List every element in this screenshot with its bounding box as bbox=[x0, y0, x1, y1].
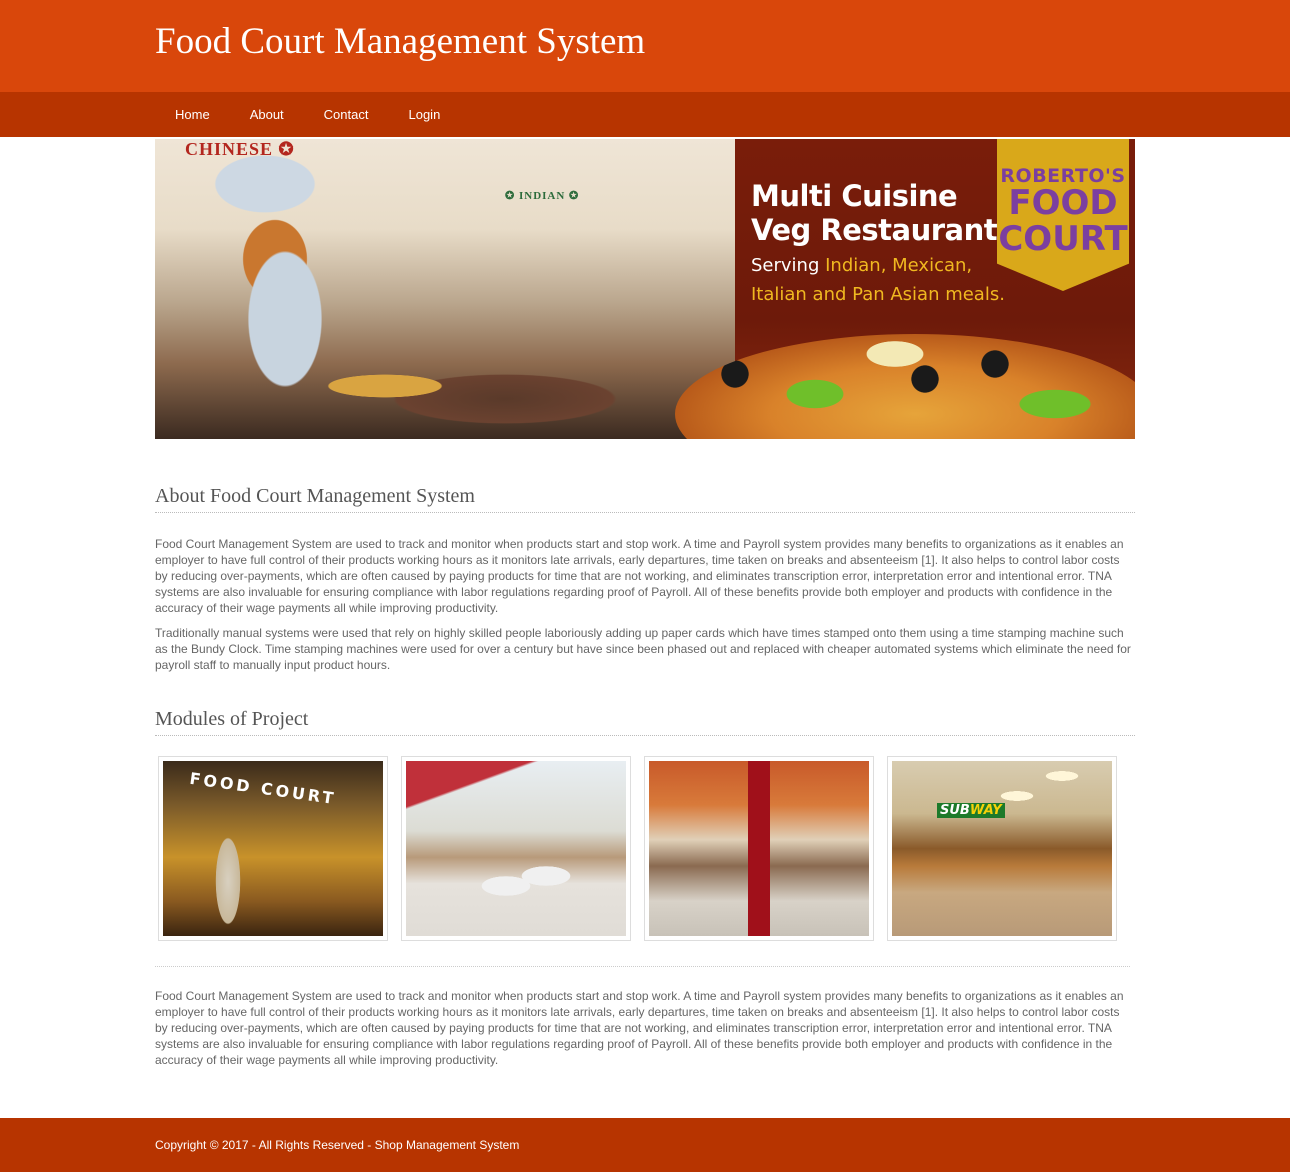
badge-court: COURT bbox=[998, 219, 1128, 259]
main-nav: Home About Contact Login bbox=[0, 92, 1290, 137]
banner-photo: CHINESE ✪ ✪ INDIAN ✪ bbox=[155, 139, 735, 439]
banner-headline: Multi Cuisine Veg Restaurant bbox=[751, 179, 998, 247]
banner-sub-highlight2: Italian and Pan Asian meals. bbox=[751, 284, 1005, 305]
food-court-sign: FOOD COURT bbox=[188, 768, 338, 809]
module-image-seating bbox=[406, 761, 626, 936]
site-title: Food Court Management System bbox=[155, 21, 646, 62]
banner-sign-indian: ✪ INDIAN ✪ bbox=[505, 190, 580, 202]
copyright-text: Copyright © 2017 - All Rights Reserved -… bbox=[155, 1138, 520, 1152]
banner-sub-highlight1: Indian, Mexican, bbox=[825, 255, 973, 276]
subway-sign-white: SUB bbox=[940, 803, 970, 818]
modules-heading: Modules of Project bbox=[155, 708, 1135, 736]
nav-login-link[interactable]: Login bbox=[388, 92, 460, 137]
module-gallery: FOOD COURT SUBWAY bbox=[155, 756, 1135, 941]
brand-badge: ROBERTO'S FOOD COURT bbox=[997, 139, 1129, 291]
about-paragraph-1: Food Court Management System are used to… bbox=[155, 537, 1124, 615]
module-image-subway: SUBWAY bbox=[892, 761, 1112, 936]
about-heading: About Food Court Management System bbox=[155, 485, 1135, 513]
badge-title: FOOD COURT bbox=[997, 185, 1129, 257]
site-footer: Copyright © 2017 - All Rights Reserved -… bbox=[0, 1118, 1290, 1172]
module-thumbnail[interactable]: SUBWAY bbox=[887, 756, 1117, 941]
subway-sign-yellow: WAY bbox=[969, 803, 1002, 818]
banner-sign-chinese: CHINESE ✪ bbox=[185, 139, 295, 159]
module-image-food-court: FOOD COURT bbox=[163, 761, 383, 936]
module-thumbnail[interactable]: FOOD COURT bbox=[158, 756, 388, 941]
badge-food: FOOD bbox=[1008, 183, 1118, 223]
nav-about-link[interactable]: About bbox=[230, 92, 304, 137]
modules-section: Modules of Project FOOD COURT SUBWAY Foo… bbox=[155, 708, 1135, 1068]
about-paragraph-2: Traditionally manual systems were used t… bbox=[155, 626, 1131, 672]
nav-contact-link[interactable]: Contact bbox=[304, 92, 389, 137]
nav-home-link[interactable]: Home bbox=[155, 92, 230, 137]
banner-ad: Multi Cuisine Veg Restaurant Serving Ind… bbox=[675, 139, 1135, 439]
banner-sub-prefix: Serving bbox=[751, 255, 826, 276]
about-section: About Food Court Management System Food … bbox=[155, 485, 1135, 673]
module-thumbnail[interactable] bbox=[401, 756, 631, 941]
modules-paragraph: Food Court Management System are used to… bbox=[155, 989, 1124, 1067]
main-content: CHINESE ✪ ✪ INDIAN ✪ Multi Cuisine Veg R… bbox=[155, 139, 1135, 1068]
banner-subtitle: Serving Indian, Mexican, Italian and Pan… bbox=[751, 251, 1005, 309]
section-divider bbox=[155, 966, 1130, 967]
subway-sign: SUBWAY bbox=[937, 803, 1005, 818]
banner-headline-line2: Veg Restaurant bbox=[751, 213, 998, 247]
pizza-graphic bbox=[675, 334, 1135, 439]
site-header: Food Court Management System bbox=[0, 0, 1290, 92]
hero-banner: CHINESE ✪ ✪ INDIAN ✪ Multi Cuisine Veg R… bbox=[155, 139, 1135, 439]
banner-headline-line1: Multi Cuisine bbox=[751, 179, 958, 213]
module-image-crowd bbox=[649, 761, 869, 936]
module-thumbnail[interactable] bbox=[644, 756, 874, 941]
